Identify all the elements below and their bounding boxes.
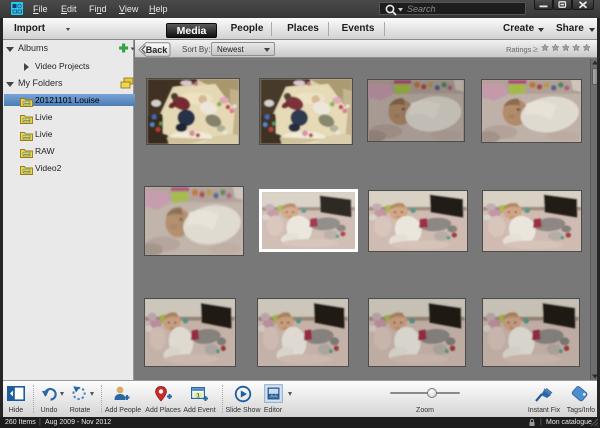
svg-text:Back: Back [146, 45, 169, 55]
svg-text:1: 1 [196, 393, 200, 400]
